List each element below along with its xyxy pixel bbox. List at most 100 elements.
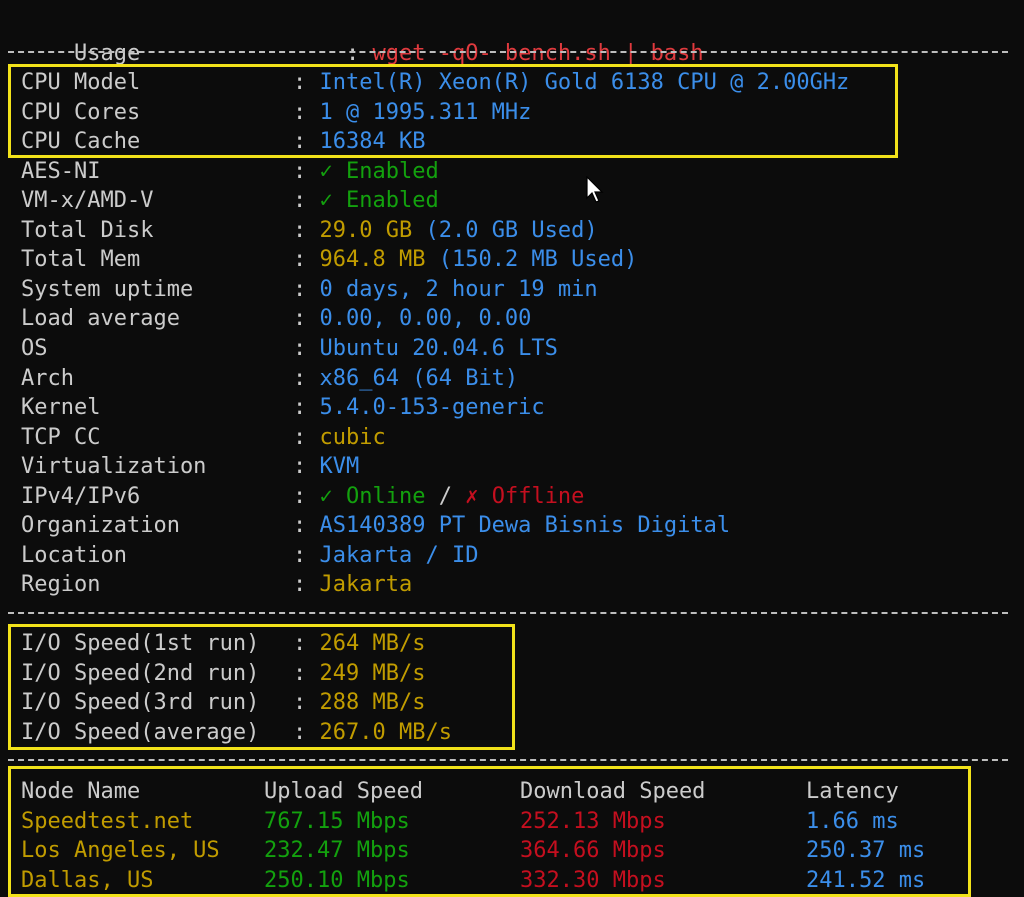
download-speed-cell: 332.30 Mbps	[520, 867, 666, 893]
separator-colon: :	[293, 395, 320, 421]
info-value: 1 @ 1995.311 MHz	[319, 99, 532, 125]
separator-colon: :	[293, 690, 320, 716]
table-header-cell: Latency	[806, 779, 899, 804]
info-key: Total Mem	[21, 247, 141, 273]
info-value: ✓ Online	[319, 483, 426, 509]
mouse-pointer-icon	[586, 176, 604, 203]
info-key: CPU Model	[21, 70, 141, 95]
dashed-separator	[8, 612, 1008, 614]
info-value: 16384 KB	[319, 129, 426, 155]
info-value: 0 days, 2 hour 19 min	[319, 276, 598, 302]
node-name-cell: Los Angeles, US	[21, 838, 220, 864]
separator-colon: :	[293, 660, 320, 686]
table-header-cell: Download Speed	[520, 779, 706, 804]
info-key: TCP CC	[21, 424, 101, 450]
separator-colon: :	[293, 335, 320, 361]
upload-speed-cell: 250.10 Mbps	[264, 867, 410, 893]
info-row: Region: Jakarta	[21, 570, 412, 600]
separator-colon: :	[293, 365, 320, 391]
latency-cell: 1.66 ms	[806, 808, 899, 834]
info-value: (150.2 MB Used)	[425, 247, 638, 273]
separator-colon: :	[293, 188, 320, 214]
info-value: AS140389 PT Dewa Bisnis Digital	[319, 513, 731, 539]
upload-speed-cell: 232.47 Mbps	[264, 838, 410, 864]
io-row: I/O Speed(2nd run): 249 MB/s	[21, 659, 425, 689]
info-key: OS	[21, 335, 48, 361]
info-row: CPU Cores: 1 @ 1995.311 MHz	[21, 98, 531, 128]
info-value: 964.8 MB	[319, 247, 426, 273]
info-value: KVM	[319, 454, 360, 480]
io-value: 288 MB/s	[319, 690, 426, 716]
terminal-window[interactable]: Usage: wget -qO- bench.sh | bash CPU Mod…	[0, 0, 1024, 897]
io-key: I/O Speed(average)	[21, 719, 260, 745]
info-key: CPU Cores	[21, 99, 141, 125]
info-value: Intel(R) Xeon(R) Gold 6138 CPU @ 2.00GHz	[319, 70, 850, 95]
info-row: IPv4/IPv6: ✓ Online / ✗ Offline	[21, 482, 584, 512]
io-value: 249 MB/s	[319, 660, 426, 686]
info-key: Arch	[21, 365, 74, 391]
table-header-cell: Upload Speed	[264, 779, 423, 804]
info-key: Virtualization	[21, 454, 207, 480]
info-row: Virtualization: KVM	[21, 452, 359, 482]
separator-colon: :	[293, 631, 320, 656]
info-key: Kernel	[21, 395, 101, 421]
info-key: CPU Cache	[21, 129, 141, 155]
io-row: I/O Speed(1st run): 264 MB/s	[21, 629, 425, 659]
node-name-cell: Dallas, US	[21, 867, 154, 893]
info-value: Ubuntu 20.04.6 LTS	[319, 335, 558, 361]
info-key: VM-x/AMD-V	[21, 188, 154, 214]
separator-colon: :	[293, 99, 320, 125]
info-value: x86_64 (64 Bit)	[319, 365, 519, 391]
separator-colon: :	[293, 217, 320, 243]
separator-colon: :	[293, 424, 320, 450]
info-row: Load average: 0.00, 0.00, 0.00	[21, 304, 531, 334]
info-value: /	[425, 483, 466, 509]
info-row: VM-x/AMD-V: ✓ Enabled	[21, 186, 439, 216]
info-value: 0.00, 0.00, 0.00	[319, 306, 532, 332]
info-key: Region	[21, 572, 101, 598]
info-row: System uptime: 0 days, 2 hour 19 min	[21, 275, 598, 305]
node-name-cell: Speedtest.net	[21, 808, 194, 834]
info-value: ✓ Enabled	[319, 188, 439, 214]
io-value: 267.0 MB/s	[319, 719, 452, 745]
info-row: CPU Cache: 16384 KB	[21, 127, 425, 157]
io-key: I/O Speed(3rd run)	[21, 690, 260, 716]
usage-command: wget -qO- bench.sh | bash	[372, 40, 704, 66]
info-key: AES-NI	[21, 158, 101, 184]
info-row: TCP CC: cubic	[21, 423, 386, 453]
dashed-separator	[8, 51, 1008, 53]
upload-speed-cell: 767.15 Mbps	[264, 808, 410, 834]
separator-colon: :	[293, 719, 320, 745]
separator-colon: :	[293, 454, 320, 480]
io-key: I/O Speed(1st run)	[21, 631, 260, 656]
info-key: IPv4/IPv6	[21, 483, 141, 509]
download-speed-cell: 252.13 Mbps	[520, 808, 666, 834]
info-value: Jakarta	[319, 572, 413, 598]
dashed-separator	[8, 759, 1008, 761]
info-key: System uptime	[21, 276, 194, 302]
io-row: I/O Speed(average): 267.0 MB/s	[21, 718, 452, 748]
info-value: ✗ Offline	[465, 483, 585, 509]
info-row: AES-NI: ✓ Enabled	[21, 157, 439, 187]
table-header-cell: Node Name	[21, 779, 141, 804]
separator-colon: :	[293, 483, 320, 509]
info-row: Total Mem: 964.8 MB (150.2 MB Used)	[21, 245, 637, 275]
info-row: Organization: AS140389 PT Dewa Bisnis Di…	[21, 511, 730, 541]
info-value: cubic	[319, 424, 386, 450]
separator-colon: :	[293, 247, 320, 273]
info-row: Kernel: 5.4.0-153-generic	[21, 393, 545, 423]
info-row: Total Disk: 29.0 GB (2.0 GB Used)	[21, 216, 598, 246]
usage-key: Usage	[73, 40, 141, 66]
separator-colon: :	[293, 306, 320, 332]
info-value: (2.0 GB Used)	[412, 217, 598, 243]
info-key: Organization	[21, 513, 180, 539]
latency-cell: 241.52 ms	[806, 867, 926, 893]
separator-colon: :	[293, 513, 320, 539]
info-key: Total Disk	[21, 217, 154, 243]
separator-colon: :	[293, 70, 320, 95]
info-key: Load average	[21, 306, 180, 332]
separator-colon: :	[345, 40, 373, 66]
io-value: 264 MB/s	[319, 631, 426, 656]
io-key: I/O Speed(2nd run)	[21, 660, 260, 686]
info-value: ✓ Enabled	[319, 158, 439, 184]
